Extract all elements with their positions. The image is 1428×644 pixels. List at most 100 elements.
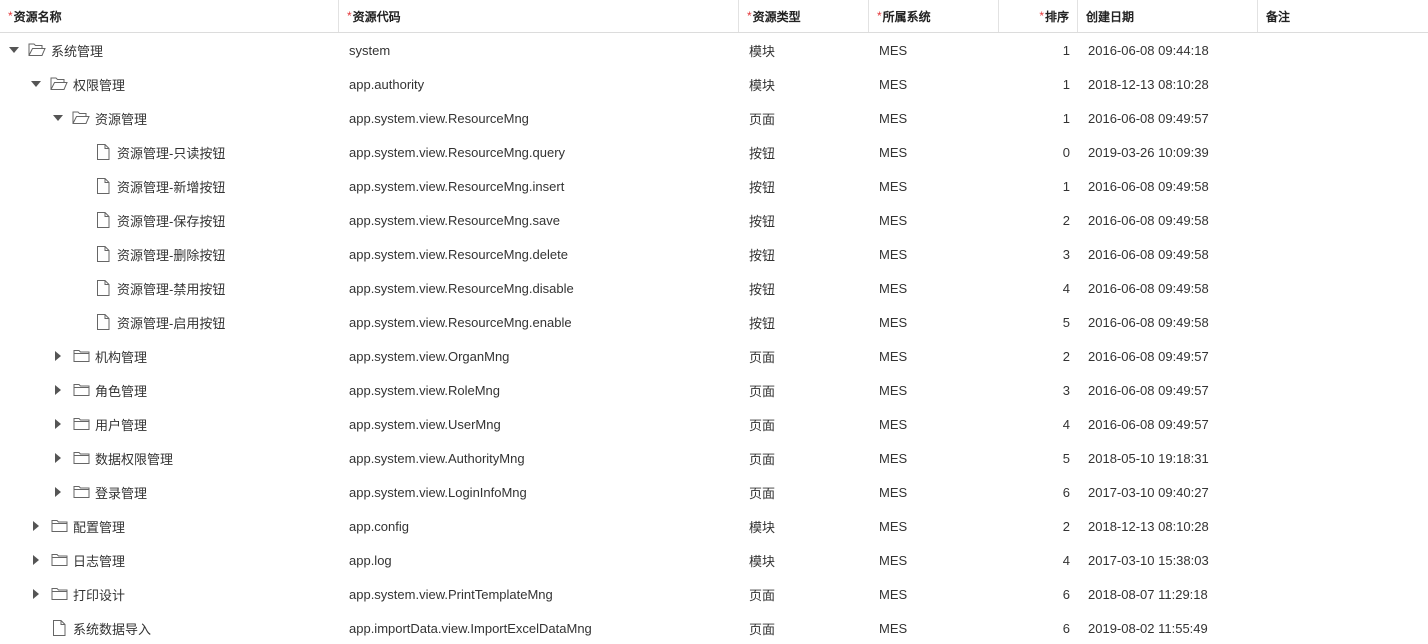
resource-note bbox=[1258, 33, 1428, 67]
resource-note bbox=[1258, 339, 1428, 373]
resource-code: app.system.view.ResourceMng.query bbox=[349, 144, 566, 160]
resource-code: app.importData.view.ImportExcelDataMng bbox=[349, 620, 592, 636]
created-date: 2018-05-10 19:18:31 bbox=[1088, 450, 1209, 466]
folder-open-icon bbox=[72, 110, 90, 126]
grid-header: * 资源名称 * 资源代码 * 资源类型 * 所属系统 * 排序 创建日期 备注 bbox=[0, 0, 1428, 33]
table-row[interactable]: 资源管理-删除按钮 app.system.view.ResourceMng.del… bbox=[0, 237, 1428, 271]
caret-placeholder bbox=[74, 282, 86, 294]
table-row[interactable]: 权限管理 app.authority 模块 MES 1 2018-12-13 08:10:… bbox=[0, 67, 1428, 101]
resource-note bbox=[1258, 169, 1428, 203]
resource-name-cell: 打印设计 bbox=[0, 577, 339, 611]
header-resource-name[interactable]: * 资源名称 bbox=[0, 0, 339, 32]
table-row[interactable]: 资源管理-新增按钮 app.system.view.ResourceMng.ins… bbox=[0, 169, 1428, 203]
resource-name-cell: 资源管理-保存按钮 bbox=[0, 203, 339, 237]
caret-right-icon[interactable] bbox=[52, 452, 64, 464]
resource-type: 页面 bbox=[749, 111, 776, 127]
resource-system: MES bbox=[879, 76, 908, 92]
folder-icon bbox=[50, 586, 68, 602]
resource-type: 按钮 bbox=[749, 247, 776, 263]
resource-name-cell: 资源管理-只读按钮 bbox=[0, 135, 339, 169]
caret-right-icon[interactable] bbox=[30, 520, 42, 532]
resource-tree-grid: * 资源名称 * 资源代码 * 资源类型 * 所属系统 * 排序 创建日期 备注 系统管理… bbox=[0, 0, 1428, 644]
caret-right-icon[interactable] bbox=[52, 350, 64, 362]
resource-name-cell: 系统管理 bbox=[0, 33, 339, 67]
resource-system: MES bbox=[879, 586, 908, 602]
resource-order: 6 bbox=[1062, 620, 1070, 636]
resource-type: 模块 bbox=[749, 43, 776, 59]
table-row[interactable]: 日志管理 app.log 模块 MES 4 2017-03-10 15:38:03 bbox=[0, 543, 1428, 577]
table-row[interactable]: 资源管理-启用按钮 app.system.view.ResourceMng.ena… bbox=[0, 305, 1428, 339]
table-row[interactable]: 资源管理 app.system.view.ResourceMng 页面 MES 1 201… bbox=[0, 101, 1428, 135]
required-marker: * bbox=[1039, 9, 1044, 23]
caret-right-icon[interactable] bbox=[52, 384, 64, 396]
header-label: 排序 bbox=[1044, 9, 1069, 24]
resource-code: app.system.view.ResourceMng bbox=[349, 110, 529, 126]
resource-name: 资源管理-新增按钮 bbox=[117, 179, 226, 195]
required-marker: * bbox=[347, 9, 352, 23]
resource-note bbox=[1258, 271, 1428, 305]
table-row[interactable]: 机构管理 app.system.view.OrganMng 页面 MES 2 2016-0… bbox=[0, 339, 1428, 373]
file-icon bbox=[94, 212, 112, 228]
created-date: 2018-12-13 08:10:28 bbox=[1088, 518, 1209, 534]
table-row[interactable]: 打印设计 app.system.view.PrintTemplateMng 页面 ME… bbox=[0, 577, 1428, 611]
caret-right-icon[interactable] bbox=[30, 588, 42, 600]
caret-down-icon[interactable] bbox=[52, 112, 64, 124]
table-row[interactable]: 用户管理 app.system.view.UserMng 页面 MES 4 2016-06… bbox=[0, 407, 1428, 441]
table-row[interactable]: 配置管理 app.config 模块 MES 2 2018-12-13 08:10:28 bbox=[0, 509, 1428, 543]
table-row[interactable]: 数据权限管理 app.system.view.AuthorityMng 页面 MES 5… bbox=[0, 441, 1428, 475]
resource-order: 1 bbox=[1062, 178, 1070, 194]
resource-name: 用户管理 bbox=[95, 417, 148, 433]
resource-name-cell: 资源管理-启用按钮 bbox=[0, 305, 339, 339]
header-resource-type[interactable]: * 资源类型 bbox=[739, 0, 869, 32]
resource-name-cell: 登录管理 bbox=[0, 475, 339, 509]
header-created-date[interactable]: 创建日期 bbox=[1078, 0, 1258, 32]
table-row[interactable]: 资源管理-保存按钮 app.system.view.ResourceMng.sav… bbox=[0, 203, 1428, 237]
resource-name: 资源管理-启用按钮 bbox=[117, 315, 226, 331]
header-label: 资源类型 bbox=[752, 9, 801, 24]
caret-right-icon[interactable] bbox=[30, 554, 42, 566]
resource-order: 5 bbox=[1062, 450, 1070, 466]
resource-type: 模块 bbox=[749, 553, 776, 569]
resource-name: 配置管理 bbox=[73, 519, 126, 535]
resource-name: 资源管理-删除按钮 bbox=[117, 247, 226, 263]
caret-down-icon[interactable] bbox=[30, 78, 42, 90]
resource-system: MES bbox=[879, 42, 908, 58]
resource-name: 资源管理-禁用按钮 bbox=[117, 281, 226, 297]
resource-system: MES bbox=[879, 280, 908, 296]
resource-name: 打印设计 bbox=[73, 587, 126, 603]
resource-code: app.system.view.UserMng bbox=[349, 416, 501, 432]
caret-down-icon[interactable] bbox=[8, 44, 20, 56]
resource-code: app.system.view.ResourceMng.insert bbox=[349, 178, 565, 194]
resource-note bbox=[1258, 135, 1428, 169]
resource-system: MES bbox=[879, 382, 908, 398]
table-row[interactable]: 登录管理 app.system.view.LoginInfoMng 页面 MES 6 20… bbox=[0, 475, 1428, 509]
table-row[interactable]: 资源管理-只读按钮 app.system.view.ResourceMng.que… bbox=[0, 135, 1428, 169]
header-system[interactable]: * 所属系统 bbox=[869, 0, 999, 32]
header-note[interactable]: 备注 bbox=[1258, 0, 1428, 32]
resource-name-cell: 机构管理 bbox=[0, 339, 339, 373]
folder-icon bbox=[50, 552, 68, 568]
resource-code: app.system.view.AuthorityMng bbox=[349, 450, 525, 466]
resource-name-cell: 用户管理 bbox=[0, 407, 339, 441]
resource-name-cell: 系统数据导入 bbox=[0, 611, 339, 644]
header-order[interactable]: * 排序 bbox=[999, 0, 1078, 32]
header-resource-code[interactable]: * 资源代码 bbox=[339, 0, 739, 32]
caret-right-icon[interactable] bbox=[52, 418, 64, 430]
resource-type: 按钮 bbox=[749, 179, 776, 195]
table-row[interactable]: 资源管理-禁用按钮 app.system.view.ResourceMng.dis… bbox=[0, 271, 1428, 305]
table-row[interactable]: 系统管理 system 模块 MES 1 2016-06-08 09:44:18 bbox=[0, 33, 1428, 67]
resource-type: 按钮 bbox=[749, 145, 776, 161]
table-row[interactable]: 角色管理 app.system.view.RoleMng 页面 MES 3 2016-06… bbox=[0, 373, 1428, 407]
caret-placeholder bbox=[74, 180, 86, 192]
resource-name-cell: 资源管理-新增按钮 bbox=[0, 169, 339, 203]
header-label: 资源名称 bbox=[13, 9, 62, 24]
resource-name-cell: 角色管理 bbox=[0, 373, 339, 407]
file-icon bbox=[94, 178, 112, 194]
created-date: 2016-06-08 09:44:18 bbox=[1088, 42, 1209, 58]
resource-system: MES bbox=[879, 552, 908, 568]
caret-right-icon[interactable] bbox=[52, 486, 64, 498]
table-row[interactable]: 系统数据导入 app.importData.view.ImportExcelDat… bbox=[0, 611, 1428, 644]
required-marker: * bbox=[8, 9, 13, 23]
resource-note bbox=[1258, 203, 1428, 237]
resource-name: 登录管理 bbox=[95, 485, 148, 501]
